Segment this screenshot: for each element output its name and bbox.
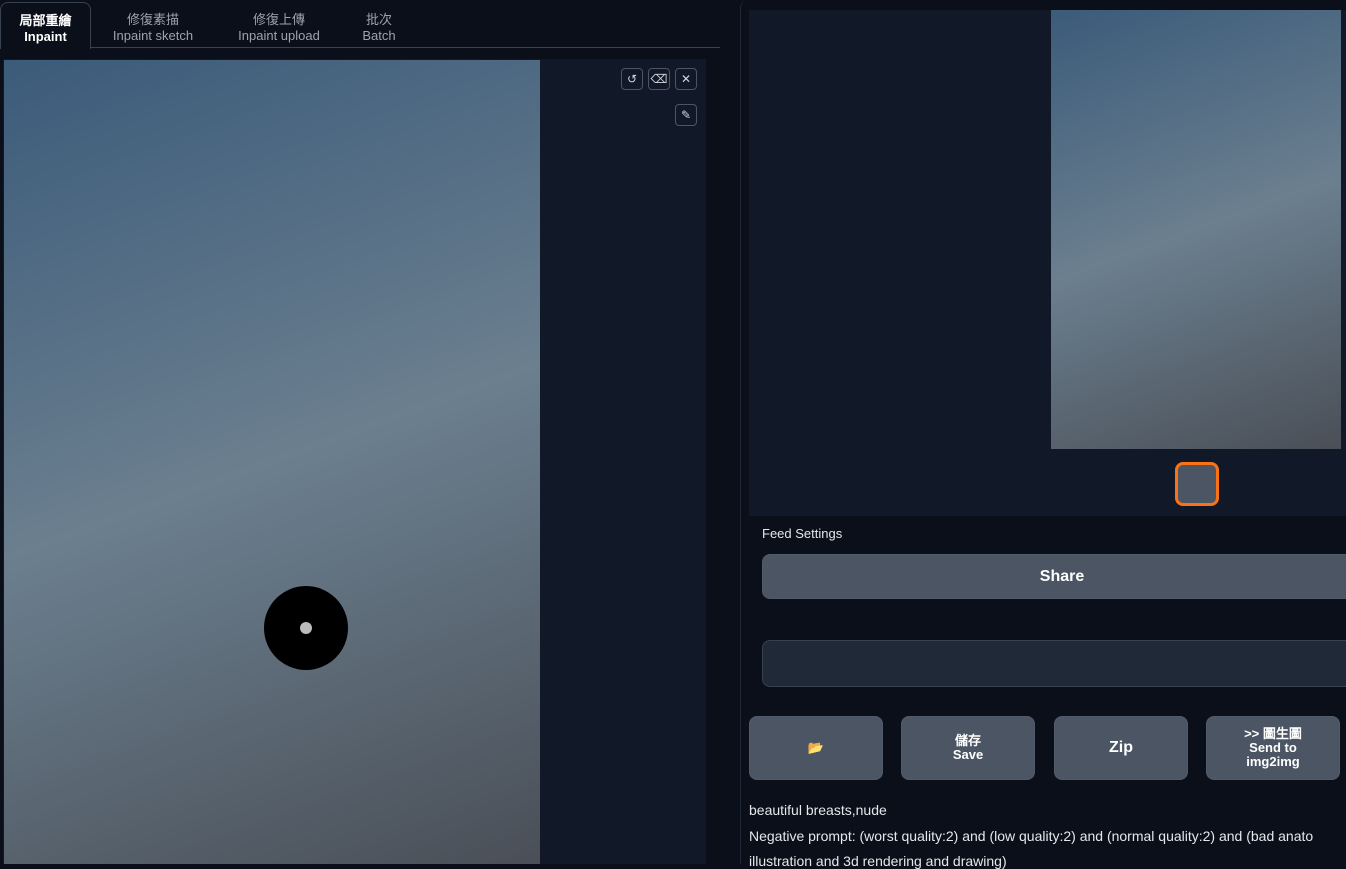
send-to-img2img-button[interactable]: >> 圖生圖 Send to img2img <box>1206 716 1340 780</box>
brush-icon[interactable]: ✎ <box>675 104 697 126</box>
tab-label-zh: 修復上傳 <box>252 12 305 27</box>
tab-label: Inpaint upload <box>238 28 320 43</box>
zip-button[interactable]: Zip <box>1054 716 1188 780</box>
tab-label: Inpaint <box>24 29 67 44</box>
output-panel: Feed Settings Share 📂 儲存 Save Zip >> 圖生圖 S… <box>740 0 1346 869</box>
share-button[interactable]: Share <box>762 554 1346 599</box>
tab-inpaint-sketch[interactable]: 修復素描 Inpaint sketch <box>100 2 206 48</box>
tab-label-zh: 修復素描 <box>126 12 179 27</box>
tab-batch[interactable]: 批次 Batch <box>350 2 408 48</box>
feed-settings-label: Feed Settings <box>762 526 843 541</box>
feed-text-field[interactable] <box>762 640 1346 687</box>
tab-label-zh: 批次 <box>365 12 392 27</box>
brush-cursor <box>264 586 348 670</box>
output-image[interactable] <box>1051 10 1341 449</box>
inpaint-canvas[interactable]: ↺ ⌫ ✕ ✎ <box>3 59 706 864</box>
tab-label: Inpaint sketch <box>112 28 194 43</box>
inpaint-tabs: 局部重繪 Inpaint 修復素描 Inpaint sketch 修復上傳 Inpai… <box>0 0 720 49</box>
send-label: Send to <box>1249 740 1297 755</box>
close-icon[interactable]: ✕ <box>675 68 697 90</box>
send-label-2: img2img <box>1246 754 1300 769</box>
tab-label-zh: 局部重繪 <box>19 13 72 28</box>
save-label: Save <box>952 747 984 762</box>
prompt-text: beautiful breasts,nude <box>749 802 887 818</box>
save-label-zh: 儲存 <box>954 733 981 748</box>
gallery-thumbnail[interactable] <box>1175 462 1219 506</box>
negative-prompt-text: Negative prompt: (worst quality:2) and (… <box>749 828 1314 844</box>
send-label-zh: >> 圖生圖 <box>1244 726 1302 741</box>
tab-inpaint-upload[interactable]: 修復上傳 Inpaint upload <box>226 2 332 48</box>
output-gallery <box>749 10 1346 516</box>
folder-icon: 📂 <box>807 740 825 755</box>
tab-inpaint[interactable]: 局部重繪 Inpaint <box>0 2 91 49</box>
negative-prompt-continued: illustration and 3d rendering and drawin… <box>749 853 1007 869</box>
source-image[interactable] <box>4 60 540 864</box>
open-folder-button[interactable]: 📂 <box>749 716 883 780</box>
save-button[interactable]: 儲存 Save <box>901 716 1035 780</box>
tab-label: Batch <box>362 28 396 43</box>
undo-icon[interactable]: ↺ <box>621 68 643 90</box>
eraser-icon[interactable]: ⌫ <box>648 68 670 90</box>
